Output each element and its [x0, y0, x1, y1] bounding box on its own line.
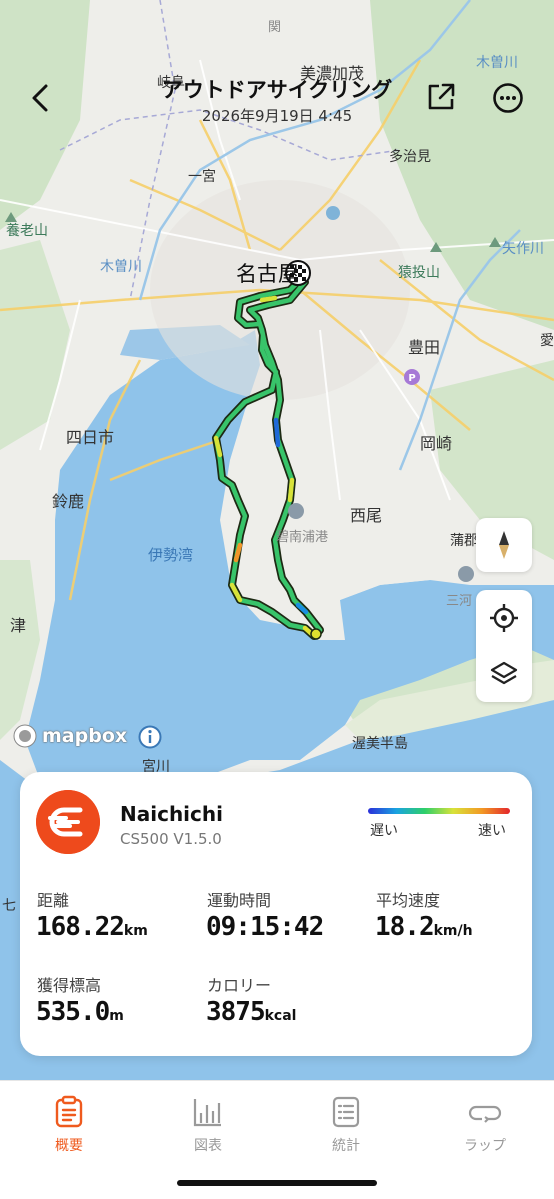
place-yoro: 養老山	[6, 223, 48, 239]
duration-value: 09:15:42	[206, 912, 324, 942]
place-tajimi: 多治見	[389, 149, 431, 165]
mapbox-attribution: mapbox	[42, 725, 128, 747]
share-icon[interactable]	[426, 82, 456, 112]
place-toyota: 豊田	[408, 338, 441, 357]
place-atsumi: 渥美半島	[352, 736, 408, 752]
elevation-unit: m	[109, 1008, 124, 1024]
home-indicator	[177, 1180, 377, 1186]
tab-charts-label: 図表	[194, 1138, 222, 1154]
place-sanage: 猿投山	[398, 265, 440, 281]
tab-laps-label: ラップ	[464, 1138, 506, 1154]
place-kisogawa: 木曽川	[100, 259, 142, 275]
speed-legend-bar	[368, 808, 510, 814]
tab-stats[interactable]: 統計	[296, 1095, 396, 1159]
avg-speed-value: 18.2km/h	[375, 912, 473, 942]
place-hekinan: 碧南浦港	[276, 530, 329, 545]
calories-value: 3875kcal	[206, 997, 297, 1027]
device-model: CS500 V1.5.0	[120, 830, 222, 848]
distance-value: 168.22km	[36, 912, 148, 942]
stats-icon	[332, 1096, 360, 1128]
chart-icon	[193, 1099, 221, 1127]
compass-icon	[499, 531, 509, 559]
place-okazaki: 岡崎	[420, 434, 453, 453]
elevation-label: 獲得標高	[37, 976, 102, 995]
place-mikawa: 三河	[446, 594, 473, 609]
map-layers-button[interactable]	[476, 646, 532, 702]
overview-icon	[55, 1095, 83, 1128]
place-nishio: 西尾	[350, 506, 383, 525]
mapbox-mark-icon	[13, 724, 37, 748]
header: アウトドアサイクリング 2026年9月19日 4:45	[0, 60, 554, 140]
device-name: Naichichi	[120, 802, 223, 826]
tab-stats-label: 統計	[332, 1138, 360, 1154]
tab-overview-label: 概要	[55, 1138, 83, 1154]
calories-label: カロリー	[207, 976, 272, 995]
tab-overview[interactable]: 概要	[19, 1095, 119, 1159]
laps-icon	[468, 1105, 502, 1123]
place-ai: 愛	[540, 333, 554, 349]
locate-icon	[490, 604, 518, 632]
elevation-value: 535.0m	[36, 997, 124, 1027]
speed-legend-fast: 速い	[478, 823, 506, 839]
layers-icon	[490, 661, 518, 685]
place-tsu: 津	[10, 616, 27, 635]
activity-datetime: 2026年9月19日 4:45	[201, 107, 353, 125]
compass-button[interactable]	[476, 518, 532, 572]
info-icon[interactable]	[138, 725, 162, 749]
place-nagoya: 名古屋	[236, 262, 299, 286]
tab-laps[interactable]: ラップ	[435, 1095, 535, 1159]
place-seki: 関	[268, 20, 282, 35]
tab-charts[interactable]: 図表	[158, 1095, 258, 1159]
svg-text:P: P	[408, 373, 415, 384]
avg-speed-label: 平均速度	[376, 891, 441, 910]
locate-button[interactable]	[476, 590, 532, 646]
distance-unit: km	[123, 923, 148, 939]
place-isewan: 伊勢湾	[148, 546, 194, 564]
activity-summary-card[interactable]: Naichichi CS500 V1.5.0 遅い 速い 距離 168.22km…	[20, 772, 532, 1056]
map-tools	[476, 590, 532, 702]
calories-unit: kcal	[264, 1008, 297, 1024]
distance-label: 距離	[37, 891, 70, 910]
speed-legend-slow: 遅い	[370, 823, 398, 839]
place-gamagori: 蒲郡	[450, 533, 478, 549]
place-ichinomiya: 一宮	[188, 169, 216, 185]
place-yokkaichi: 四日市	[66, 428, 115, 447]
more-options-icon[interactable]	[492, 82, 524, 114]
mapbox-logo: mapbox	[12, 723, 127, 749]
duration-label: 運動時間	[207, 891, 272, 910]
device-brand-icon	[36, 790, 100, 854]
place-suzuka: 鈴鹿	[52, 492, 85, 511]
place-nana: 七	[2, 898, 16, 914]
place-yahagi: 矢作川	[502, 241, 544, 257]
page-title: アウトドアサイクリング	[161, 78, 393, 102]
avg-speed-unit: km/h	[433, 923, 473, 939]
